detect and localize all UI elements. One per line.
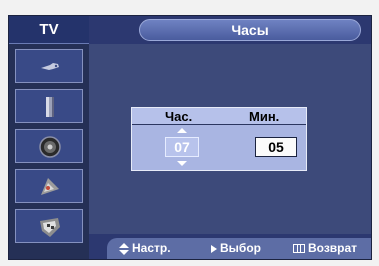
hour-increase-arrow-icon[interactable] [177, 128, 187, 133]
minute-field[interactable]: 05 [255, 137, 297, 157]
sidebar-item-setup[interactable] [15, 209, 83, 243]
up-down-arrows-icon [119, 242, 129, 255]
sound-speaker-icon [39, 136, 61, 158]
help-select-label: Выбор [220, 241, 261, 255]
sidebar-item-sound[interactable] [15, 129, 83, 163]
help-adjust: Настр. [119, 240, 171, 256]
sidebar-item-input[interactable] [15, 49, 83, 83]
page-title: Часы [139, 19, 361, 41]
help-return-label: Возврат [308, 241, 358, 255]
picture-icon [46, 97, 54, 117]
help-adjust-label: Настр. [132, 241, 171, 255]
menu-button-icon [293, 244, 305, 254]
sidebar-menu: TV [9, 16, 89, 259]
help-return: Возврат [293, 240, 357, 256]
minute-label: Мин. [249, 109, 280, 124]
setup-icon [40, 218, 60, 237]
right-arrow-icon [211, 244, 217, 253]
sidebar-item-channel[interactable] [15, 169, 83, 203]
sidebar-item-picture[interactable] [15, 89, 83, 123]
clock-time-panel: Час. Мин. 07 05 [131, 107, 307, 171]
time-header-row: Час. Мин. [132, 108, 306, 125]
channel-satellite-icon [41, 178, 59, 195]
tv-tab[interactable]: TV [9, 16, 89, 44]
help-select: Выбор [211, 240, 261, 256]
help-items: Настр. Выбор Возврат [88, 233, 372, 260]
hour-decrease-arrow-icon[interactable] [177, 161, 187, 166]
hour-field[interactable]: 07 [165, 137, 199, 157]
screen: TV Часы Час. Мин. 07 05 Настр. Выбор Воз… [0, 0, 379, 266]
header-bar: Часы [89, 16, 371, 44]
hour-label: Час. [165, 109, 193, 124]
input-plug-icon [41, 63, 59, 70]
